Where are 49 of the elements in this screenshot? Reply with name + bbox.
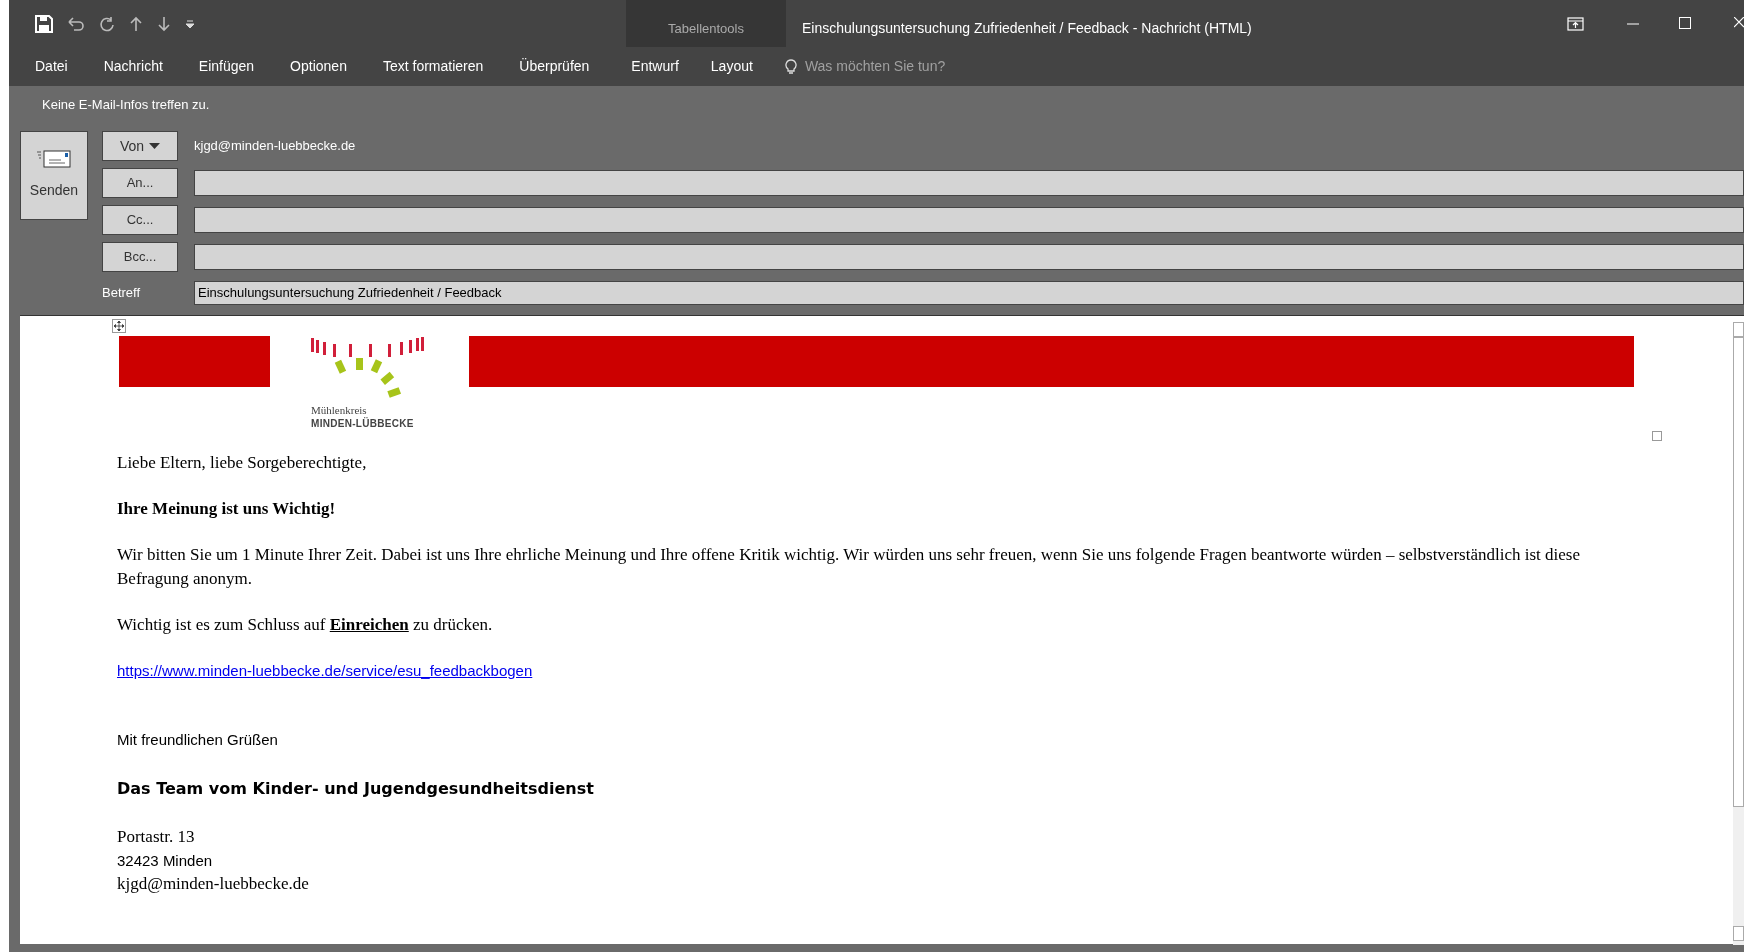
subject-field[interactable]: Einschulungsuntersuchung Zufriedenheit / Feedback xyxy=(194,281,1744,305)
logo-text: Mühlenkreis xyxy=(311,404,368,417)
undo-icon[interactable] xyxy=(67,15,85,32)
ribbon-tab[interactable]: Layout xyxy=(694,47,769,86)
recipient-button[interactable]: Bcc... xyxy=(102,242,178,272)
recipient-field[interactable] xyxy=(194,207,1744,233)
recipient-field[interactable] xyxy=(194,244,1744,270)
recipient-button[interactable]: An... xyxy=(102,168,178,198)
recipient-field[interactable] xyxy=(194,170,1744,196)
logo-text: MINDEN-LÜBBECKE xyxy=(311,417,415,430)
scroll-thumb[interactable] xyxy=(1733,337,1744,807)
ribbon-tab[interactable]: Datei xyxy=(19,47,86,86)
table-resize-handle[interactable] xyxy=(1652,431,1662,441)
ribbon-tab[interactable]: Nachricht xyxy=(85,47,181,86)
customize-icon[interactable] xyxy=(185,18,195,29)
address-line: Portastr. 13 xyxy=(117,826,196,848)
up-arrow-icon[interactable] xyxy=(129,15,143,32)
window-title: Einschulungsuntersuchung Zufriedenheit / Feedback - Nachricht (HTML) xyxy=(802,19,1252,38)
address-line: 32423 Minden xyxy=(117,851,214,871)
paragraph: Wichtig ist es zum Schluss auf Einreichen zu drücken. xyxy=(117,614,494,636)
info-bar-text: Keine E-Mail-Infos treffen zu. xyxy=(42,96,210,115)
maximize-icon[interactable] xyxy=(1679,17,1691,29)
save-icon[interactable] xyxy=(35,14,53,33)
sender-address: kjgd@minden-luebbecke.de xyxy=(194,137,356,156)
table-move-handle-icon[interactable] xyxy=(112,319,126,333)
ribbon-tab[interactable]: Einfügen xyxy=(180,47,273,86)
subject-label: Betreff xyxy=(102,284,142,303)
send-button[interactable]: Senden xyxy=(20,131,88,220)
tell-me-field[interactable]: Was möchten Sie tun? xyxy=(804,56,946,77)
ribbon-tab[interactable]: Optionen xyxy=(272,47,365,86)
scrollbar[interactable] xyxy=(1733,322,1744,945)
heading: Ihre Meinung ist uns Wichtig! xyxy=(117,498,337,520)
ribbon-tab[interactable]: Überprüfen xyxy=(501,47,608,86)
from-button[interactable]: Von xyxy=(102,131,178,161)
ribbon-tab[interactable]: Text formatieren xyxy=(364,47,502,86)
caret-icon xyxy=(149,143,161,149)
link[interactable]: https://www.minden-luebbecke.de/service/esu_feedbackbogen xyxy=(117,659,533,683)
paragraph: Wir bitten Sie um 1 Minute Ihrer Zeit. Dabei ist uns Ihre ehrliche Meinung und Ihre offene Kritik wichtig. Wir würden uns sehr freuen, wenn Sie uns folgende Fragen beantworte würden – selbstverständlich ist diese Befragung anonym. xyxy=(117,544,1581,590)
closing-text: Mit freundlichen Grüßen xyxy=(117,730,279,750)
recipient-button[interactable]: Cc... xyxy=(102,205,178,235)
address-line: kjgd@minden-luebbecke.de xyxy=(117,873,310,895)
envelope-icon xyxy=(37,150,71,168)
ribbon-display-icon[interactable] xyxy=(1567,17,1584,31)
redo-icon[interactable] xyxy=(99,15,115,32)
paragraph: Liebe Eltern, liebe Sorgeberechtigte, xyxy=(117,452,368,474)
lightbulb-icon xyxy=(784,58,797,75)
signature-text: Das Team vom Kinder- und Jugendgesundheitsdienst xyxy=(117,778,595,800)
down-arrow-icon[interactable] xyxy=(157,15,171,32)
close-icon[interactable] xyxy=(1734,17,1744,29)
